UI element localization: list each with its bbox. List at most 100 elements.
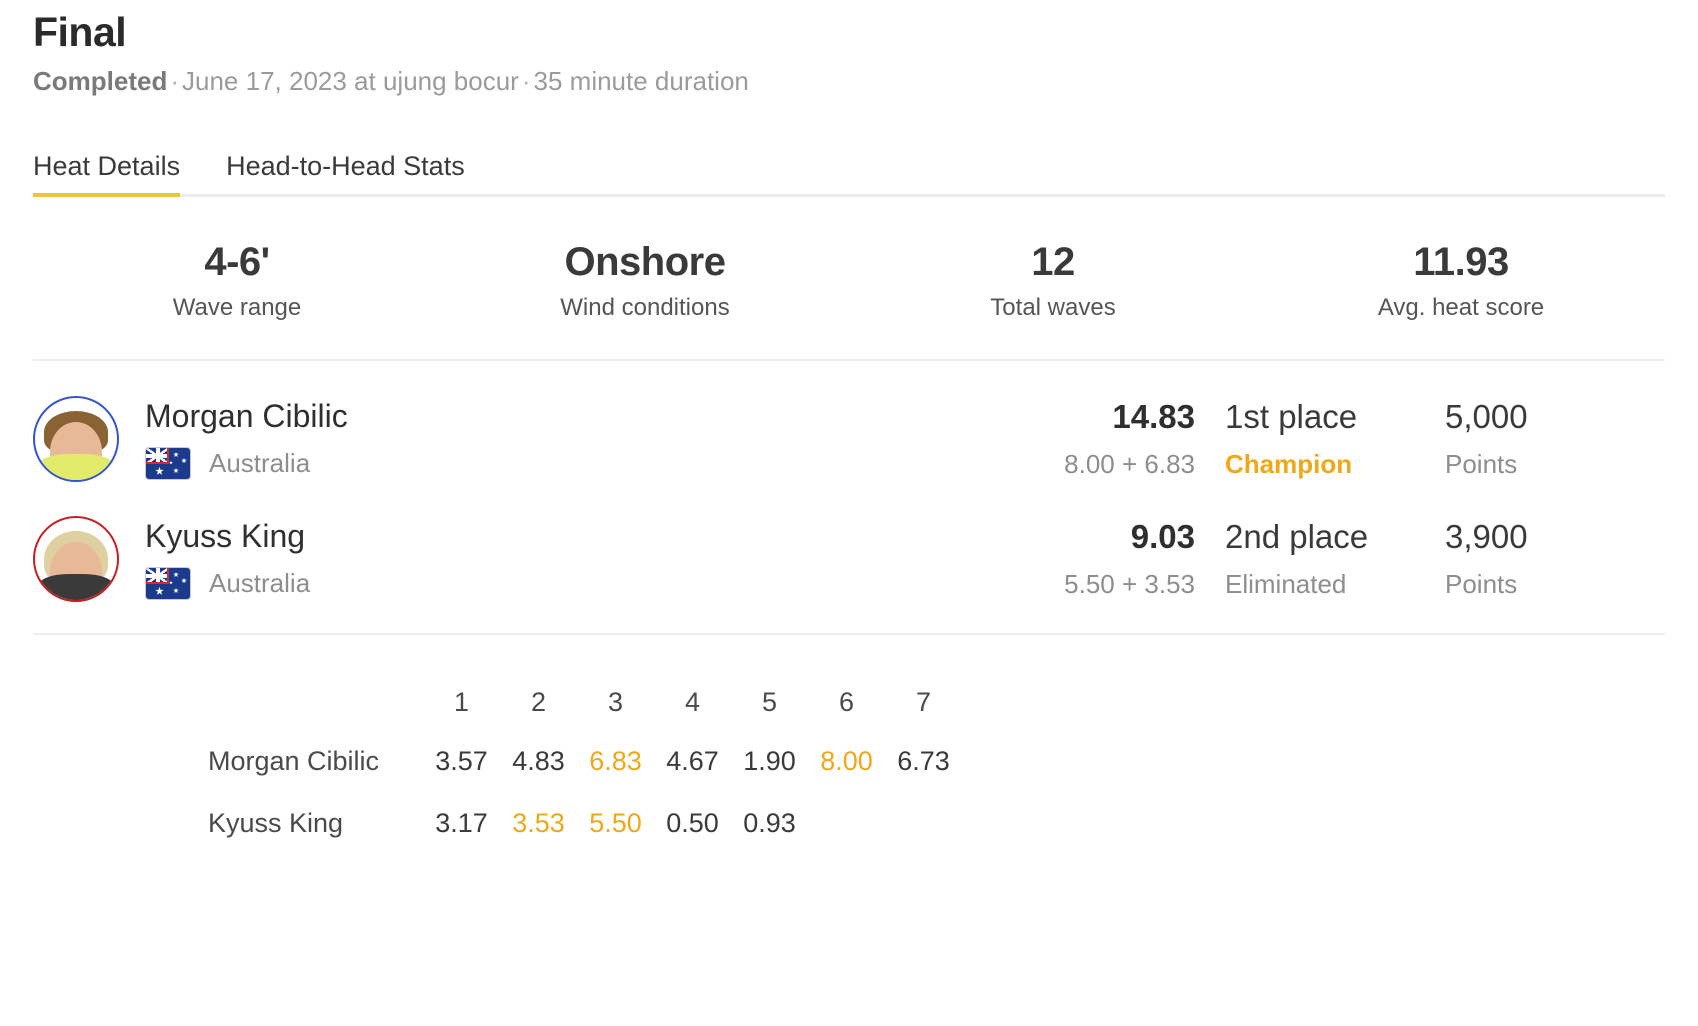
- country-name: Australia: [209, 567, 311, 598]
- wave-row-athlete-name: Morgan Cibilic: [208, 746, 380, 777]
- athlete-points-label: Points: [1445, 448, 1518, 479]
- stat-avg-heat-score: 11.93 Avg. heat score: [1257, 239, 1665, 323]
- athlete-points: 5,000: [1445, 398, 1528, 436]
- athlete-place-column: 2nd place Eliminated: [1195, 517, 1445, 600]
- heat-date-location: June 17, 2023 at ujung bocur: [182, 66, 519, 97]
- wave-score-cell: 0.50: [666, 808, 719, 839]
- flag-star-1: [173, 571, 179, 578]
- heat-duration: 35 minute duration: [533, 66, 749, 97]
- athlete-score-breakdown: 5.50 + 3.53: [1064, 568, 1195, 599]
- wave-score-cell: 6.83: [589, 746, 642, 777]
- stat-wave-range: 4-6' Wave range: [33, 239, 441, 323]
- wave-score-cell: 0.93: [743, 808, 796, 839]
- australia-flag-icon: [145, 446, 191, 480]
- athlete-place: 1st place: [1225, 398, 1358, 436]
- wave-score-cell: 3.53: [512, 808, 565, 839]
- tab-heat-details[interactable]: Heat Details: [33, 152, 226, 197]
- flag-star-3: [173, 467, 179, 474]
- athlete-points-label: Points: [1445, 568, 1518, 599]
- australia-flag-icon: [145, 566, 191, 600]
- athlete-name: Kyuss King: [145, 517, 306, 554]
- athlete-place-column: 1st place Champion: [1195, 397, 1445, 480]
- avatar: [33, 515, 119, 602]
- page-title: Final: [33, 9, 127, 55]
- athlete-points-column: 3,900 Points: [1445, 517, 1665, 600]
- wave-score-cell: 6.73: [897, 746, 950, 777]
- athlete-country: Australia: [145, 446, 348, 480]
- flag-cross-v: [167, 447, 169, 464]
- wave-scores-table: 1 2 3 4 5 6 7 Morgan Cibilic 3.57 4.83 6…: [33, 635, 1665, 855]
- flag-cross-h: [146, 462, 169, 465]
- wave-column-header: 7: [915, 687, 932, 718]
- avatar-body: [38, 573, 114, 600]
- athlete-text: Kyuss King Australia: [145, 518, 310, 600]
- stat-value: 11.93: [1413, 239, 1509, 284]
- stat-label: Avg. heat score: [1377, 293, 1545, 321]
- athlete-total-score: 14.83: [1112, 398, 1195, 436]
- athlete-name: Morgan Cibilic: [145, 397, 348, 434]
- wave-column-header: 3: [607, 687, 624, 718]
- status-badge: Completed: [33, 66, 168, 97]
- athlete-place: 2nd place: [1225, 518, 1369, 556]
- flag-cross-v: [167, 567, 169, 584]
- heat-header: Final Completed · June 17, 2023 at ujung b…: [33, 0, 1665, 99]
- athlete-points: 3,900: [1445, 518, 1528, 556]
- wave-score-cell: 4.83: [512, 746, 565, 777]
- athlete-results-list: Morgan Cibilic Australia 14.83 8.00 + 6.…: [33, 361, 1665, 635]
- flag-commonwealth-star: [155, 586, 164, 595]
- wave-column-header: 1: [453, 687, 470, 718]
- flag-star-1: [173, 451, 179, 458]
- flag-star-3: [173, 587, 179, 594]
- stat-total-waves: 12 Total waves: [849, 239, 1257, 323]
- athlete-text: Morgan Cibilic Australia: [145, 398, 348, 480]
- flag-commonwealth-star: [155, 466, 164, 475]
- athlete-total-score: 9.03: [1130, 518, 1195, 556]
- flag-star-4: [169, 580, 173, 585]
- tab-head-to-head-stats[interactable]: Head-to-Head Stats: [226, 152, 489, 194]
- athlete-row[interactable]: Kyuss King Australia 9.03 5.50 + 3.53 2n…: [33, 499, 1665, 619]
- wave-column-header: 6: [838, 687, 855, 718]
- wave-table-header-row: 1 2 3 4 5 6 7: [208, 675, 1665, 731]
- stat-value: 12: [1031, 239, 1075, 284]
- athlete-result-status: Champion: [1225, 448, 1353, 479]
- flag-star-2: [181, 577, 187, 584]
- wave-column-header: 4: [684, 687, 701, 718]
- athlete-score-breakdown: 8.00 + 6.83: [1064, 448, 1195, 479]
- athlete-score-column: 9.03 5.50 + 3.53: [965, 517, 1195, 600]
- flag-star-4: [169, 460, 173, 465]
- wave-score-cell: 3.17: [435, 808, 488, 839]
- wave-row-athlete-name: Kyuss King: [208, 808, 344, 839]
- flag-cross-h: [146, 582, 169, 585]
- meta-separator-1: ·: [170, 66, 180, 97]
- stat-label: Wind conditions: [560, 293, 730, 321]
- athlete-result-status: Eliminated: [1225, 568, 1347, 599]
- stat-label: Wave range: [172, 293, 302, 321]
- stat-value: Onshore: [564, 239, 726, 284]
- avatar: [33, 395, 119, 482]
- table-row: Kyuss King 3.17 3.53 5.50 0.50 0.93: [208, 793, 1665, 855]
- stat-label: Total waves: [990, 293, 1116, 321]
- conditions-summary: 4-6' Wave range Onshore Wind conditions …: [33, 197, 1665, 361]
- heat-detail-page: Final Completed · June 17, 2023 at ujung b…: [0, 0, 1698, 1026]
- meta-separator-2: ·: [521, 66, 531, 97]
- athlete-row[interactable]: Morgan Cibilic Australia 14.83 8.00 + 6.…: [33, 379, 1665, 499]
- athlete-identity[interactable]: Kyuss King Australia: [33, 515, 965, 602]
- table-row: Morgan Cibilic 3.57 4.83 6.83 4.67 1.90 …: [208, 731, 1665, 793]
- wave-score-cell: 5.50: [589, 808, 642, 839]
- stat-value: 4-6': [204, 239, 270, 284]
- athlete-country: Australia: [145, 566, 311, 600]
- athlete-identity[interactable]: Morgan Cibilic Australia: [33, 395, 965, 482]
- wave-score-cell: 1.90: [743, 746, 796, 777]
- country-name: Australia: [209, 447, 311, 478]
- heat-meta: Completed · June 17, 2023 at ujung bocur · 3…: [33, 65, 1665, 99]
- wave-score-cell: 8.00: [820, 746, 873, 777]
- athlete-score-column: 14.83 8.00 + 6.83: [965, 397, 1195, 480]
- avatar-body: [38, 453, 114, 480]
- wave-column-header: 2: [530, 687, 547, 718]
- athlete-points-column: 5,000 Points: [1445, 397, 1665, 480]
- flag-star-2: [181, 457, 187, 464]
- wave-score-cell: 3.57: [435, 746, 488, 777]
- tab-bar: Heat Details Head-to-Head Stats: [33, 141, 1665, 197]
- wave-score-cell: 4.67: [666, 746, 719, 777]
- stat-wind-conditions: Onshore Wind conditions: [441, 239, 849, 323]
